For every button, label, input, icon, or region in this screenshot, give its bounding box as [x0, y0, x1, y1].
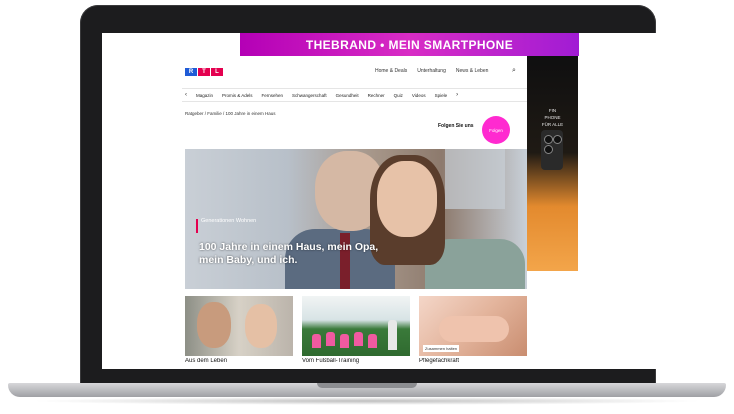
player-figure: [368, 334, 377, 348]
kicker-accent: [196, 219, 198, 233]
article-card[interactable]: Zusammen halten Pflegefachkraft: [419, 296, 527, 365]
logo-letter: T: [198, 68, 210, 76]
smartphone-image: [541, 130, 563, 170]
nav-item[interactable]: Schwangerschaft: [292, 93, 327, 98]
young-man-face: [245, 304, 277, 348]
nav-item[interactable]: Rechner: [368, 93, 385, 98]
website-content: R T L Home & Deals Unterhaltung News & L…: [182, 56, 527, 369]
article-caption[interactable]: Aus dem Leben: [185, 358, 293, 365]
article-image: [185, 296, 293, 356]
image-label: Zusammen halten: [423, 345, 460, 352]
hero-kicker: Generationen Wohnen: [201, 218, 257, 224]
player-figure: [312, 334, 321, 348]
camera-lens-icon: [553, 135, 562, 144]
laptop-screen: THEBRAND • MEIN SMARTPHONE FIN PHONE FÜR…: [102, 33, 657, 369]
nav-item[interactable]: Magazin: [196, 93, 213, 98]
woman-face: [377, 161, 437, 237]
chevron-left-icon[interactable]: ‹: [185, 92, 187, 98]
top-link[interactable]: Home & Deals: [375, 68, 407, 74]
hero-headline[interactable]: 100 Jahre in einem Haus, mein Opa, mein …: [199, 241, 399, 267]
nav-item[interactable]: Gesundheit: [336, 93, 359, 98]
top-link[interactable]: Unterhaltung: [417, 68, 446, 74]
camera-lens-icon: [544, 135, 553, 144]
hero-article[interactable]: Generationen Wohnen 100 Jahre in einem H…: [185, 149, 527, 289]
search-icon[interactable]: ⌕: [512, 67, 516, 75]
nav-item[interactable]: Quiz: [394, 93, 403, 98]
chevron-right-icon[interactable]: ›: [456, 92, 458, 98]
hands-image: [439, 316, 509, 342]
breadcrumb[interactable]: Ratgeber / Familie / 100 Jahre in einem …: [185, 111, 276, 116]
ad-line-1: FIN: [548, 108, 557, 113]
background-window: [445, 149, 505, 209]
nav-item[interactable]: Promis & Adels: [222, 93, 253, 98]
article-caption[interactable]: Pflegefachkraft: [419, 358, 527, 365]
nav-item[interactable]: Videos: [412, 93, 426, 98]
article-card[interactable]: Vom Fußball-Training: [302, 296, 410, 365]
camera-lens-icon: [544, 145, 553, 154]
player-figure: [326, 332, 335, 346]
article-image: [302, 296, 410, 356]
follow-button[interactable]: Folgen: [482, 116, 510, 144]
top-link[interactable]: News & Leben: [456, 68, 489, 74]
logo-letter: L: [211, 68, 223, 76]
nav-item[interactable]: Spiele: [435, 93, 448, 98]
article-card[interactable]: Aus dem Leben: [185, 296, 293, 365]
coach-figure: [388, 320, 397, 350]
follow-label: Folgen Sie uns: [438, 123, 474, 129]
nav-item[interactable]: Fernsehen: [262, 93, 284, 98]
ad-line-2: PHONE: [544, 115, 561, 120]
logo-letter: R: [185, 68, 197, 76]
player-figure: [340, 334, 349, 348]
top-ad-banner[interactable]: THEBRAND • MEIN SMARTPHONE: [240, 33, 579, 56]
ad-line-3: FÜR ALLE: [541, 122, 564, 127]
laptop-notch: [317, 383, 417, 388]
man-face: [197, 302, 231, 348]
site-logo[interactable]: R T L: [185, 68, 223, 76]
right-ad-skyscraper[interactable]: FIN PHONE FÜR ALLE: [527, 56, 578, 271]
top-links: Home & Deals Unterhaltung News & Leben: [375, 68, 488, 74]
main-nav: ‹ Magazin Promis & Adels Fernsehen Schwa…: [182, 88, 527, 102]
article-image: Zusammen halten: [419, 296, 527, 356]
laptop-shadow: [30, 397, 704, 405]
article-caption[interactable]: Vom Fußball-Training: [302, 358, 410, 365]
player-figure: [354, 332, 363, 346]
